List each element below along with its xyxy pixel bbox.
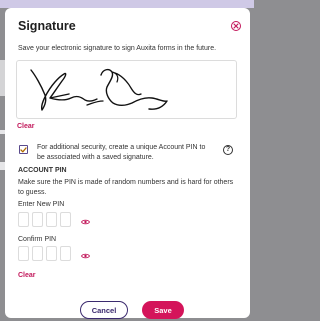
confirm-pin-digit-3[interactable]	[46, 246, 57, 261]
new-pin-digit-1[interactable]	[18, 212, 29, 227]
confirm-pin-digit-4[interactable]	[60, 246, 71, 261]
cancel-button[interactable]: Cancel	[80, 301, 128, 319]
new-pin-input-group	[18, 212, 71, 227]
close-button[interactable]	[231, 21, 241, 31]
signature-pad[interactable]	[16, 60, 237, 119]
new-pin-digit-4[interactable]	[60, 212, 71, 227]
eye-icon[interactable]	[81, 253, 90, 259]
account-pin-heading: ACCOUNT PIN	[18, 167, 67, 174]
confirm-pin-input-group	[18, 246, 71, 261]
confirm-pin-label: Confirm PIN	[18, 236, 57, 243]
account-pin-help-text: Make sure the PIN is made of random numb…	[18, 179, 234, 196]
security-pin-checkbox[interactable]	[19, 145, 28, 154]
save-button[interactable]: Save	[142, 301, 184, 319]
confirm-pin-digit-2[interactable]	[32, 246, 43, 261]
clear-signature-link[interactable]: Clear	[17, 123, 35, 130]
eye-icon[interactable]	[81, 219, 90, 225]
new-pin-label: Enter New PIN	[18, 201, 65, 208]
new-pin-digit-2[interactable]	[32, 212, 43, 227]
close-icon	[233, 23, 239, 29]
dialog-subtitle: Save your electronic signature to sign A…	[18, 45, 217, 52]
background-header-strip	[0, 0, 254, 8]
confirm-pin-digit-1[interactable]	[18, 246, 29, 261]
clear-pin-link[interactable]: Clear	[18, 272, 36, 279]
dialog-title: Signature	[18, 19, 76, 33]
signature-dialog: Signature Save your electronic signature…	[5, 8, 250, 319]
signature-drawing	[30, 68, 168, 111]
new-pin-digit-3[interactable]	[46, 212, 57, 227]
question-circle-icon[interactable]: ?	[223, 145, 233, 155]
security-pin-description: For additional security, create a unique…	[37, 144, 206, 161]
checkmark-icon	[20, 146, 27, 152]
